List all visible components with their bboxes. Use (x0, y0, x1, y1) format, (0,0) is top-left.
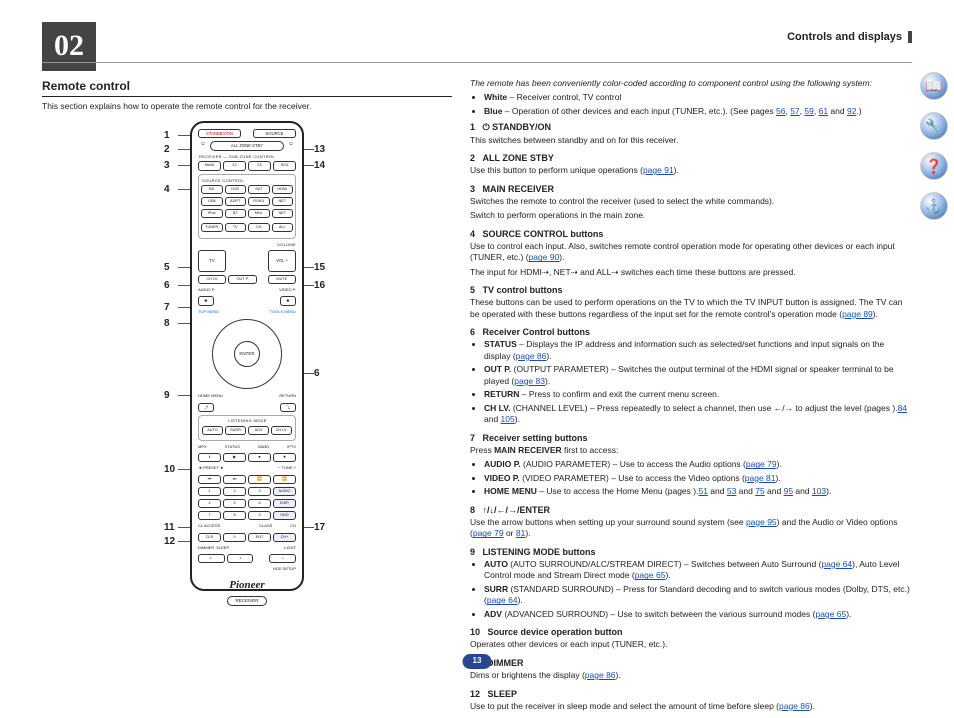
standby-button: STANDBY/ON (198, 129, 241, 139)
side-nav-icons: 📖 🔧 ❓ ⚓ (920, 72, 948, 220)
page-link[interactable]: page 86 (516, 351, 547, 361)
callout-r-14: 14 (314, 159, 325, 173)
page-link[interactable]: page 91 (643, 165, 674, 175)
callout-7: 7 (164, 301, 170, 315)
callout-11: 11 (164, 521, 175, 535)
callout-2: 2 (164, 143, 170, 157)
item-2: 2 ALL ZONE STBYUse this button to perfor… (470, 152, 912, 177)
allzone-button: ALL ZONE STBY (210, 141, 284, 151)
item-8: 8 ↑/↓/←/→/ENTERUse the arrow buttons whe… (470, 504, 912, 540)
page-link[interactable]: page 79 (746, 459, 777, 469)
page-link[interactable]: page 79 (473, 528, 504, 538)
remote-diagram: 123456789101112 13141516617 STANDBY/ONSO… (42, 121, 452, 601)
callout-3: 3 (164, 159, 170, 173)
page-link[interactable]: 51 (698, 486, 707, 496)
page-link[interactable]: 95 (784, 486, 793, 496)
callout-9: 9 (164, 389, 170, 403)
callout-1: 1 (164, 129, 170, 143)
receiver-badge: RECEIVER (227, 596, 267, 606)
page-link[interactable]: page 64 (487, 595, 518, 605)
callout-4: 4 (164, 183, 170, 197)
brand-logo: Pioneer (198, 578, 296, 593)
remote-control-heading: Remote control (42, 78, 452, 97)
color-code-lead: The remote has been conveniently color-c… (470, 78, 912, 89)
page-link[interactable]: 75 (755, 486, 764, 496)
item-6: 6 Receiver Control buttonsSTATUS – Displ… (470, 326, 912, 425)
item-3: 3 MAIN RECEIVERSwitches the remote to co… (470, 183, 912, 222)
callout-r-15: 15 (314, 261, 325, 275)
page-link[interactable]: 57 (790, 106, 799, 116)
dpad: ENTER (212, 319, 282, 389)
item-7: 7 Receiver setting buttonsPress MAIN REC… (470, 432, 912, 498)
item-10: 10 Source device operation buttonOperate… (470, 626, 912, 651)
callout-r-17: 17 (314, 521, 325, 535)
remote-body: STANDBY/ONSOURCE ⏻ALL ZONE STBY⏻ RECEIVE… (190, 121, 304, 591)
book-icon[interactable]: 📖 (920, 72, 948, 100)
page-link[interactable]: page 86 (779, 701, 810, 711)
page-link[interactable]: 84 (898, 403, 907, 413)
section-header: Controls and displays (787, 30, 912, 45)
chapter-number: 02 (42, 22, 96, 71)
page-link[interactable]: 81 (516, 528, 525, 538)
callout-r-6: 6 (314, 367, 320, 381)
item-11: 11 DIMMERDims or brightens the display (… (470, 657, 912, 682)
page-link[interactable]: 59 (804, 106, 813, 116)
page-link[interactable]: 56 (776, 106, 785, 116)
item-9: 9 LISTENING MODE buttonsAUTO (AUTO SURRO… (470, 546, 912, 620)
remote-intro: This section explains how to operate the… (42, 101, 452, 112)
page-link[interactable]: page 81 (745, 473, 776, 483)
source-button: SOURCE (253, 129, 296, 139)
callout-12: 12 (164, 535, 175, 549)
page-link[interactable]: page 95 (746, 517, 777, 527)
page-link[interactable]: page 83 (514, 376, 545, 386)
callout-r-16: 16 (314, 279, 325, 293)
tv-ctl-button: TV (198, 250, 226, 272)
page-link[interactable]: page 65 (635, 570, 666, 580)
page-link[interactable]: page 64 (821, 559, 852, 569)
anchor-icon[interactable]: ⚓ (920, 192, 948, 220)
page-link[interactable]: 53 (727, 486, 736, 496)
volume-button: VOL + (268, 250, 296, 272)
page-link[interactable]: 103 (812, 486, 826, 496)
item-4: 4 SOURCE CONTROL buttonsUse to control e… (470, 228, 912, 279)
page-link[interactable]: page 65 (815, 609, 846, 619)
help-icon[interactable]: ❓ (920, 152, 948, 180)
page-link[interactable]: 105 (501, 414, 515, 424)
callout-10: 10 (164, 463, 175, 477)
callout-5: 5 (164, 261, 170, 275)
callout-6: 6 (164, 279, 170, 293)
page-link[interactable]: 92 (847, 106, 856, 116)
page-link[interactable]: page 86 (585, 670, 616, 680)
item-1: 1 ⏻ STANDBY/ONThis switches between stan… (470, 121, 912, 146)
description-column: The remote has been conveniently color-c… (470, 78, 912, 718)
setup-icon[interactable]: 🔧 (920, 112, 948, 140)
callout-r-13: 13 (314, 143, 325, 157)
page-link[interactable]: page 90 (529, 252, 560, 262)
callout-8: 8 (164, 317, 170, 331)
page-link[interactable]: 61 (819, 106, 828, 116)
page-number: 13 (463, 654, 492, 669)
header-rule (42, 62, 912, 63)
color-code-list: White – Receiver control, TV controlBlue… (470, 92, 912, 117)
item-5: 5 TV control buttonsThese buttons can be… (470, 284, 912, 320)
page-link[interactable]: page 89 (842, 309, 873, 319)
item-12: 12 SLEEPUse to put the receiver in sleep… (470, 688, 912, 713)
